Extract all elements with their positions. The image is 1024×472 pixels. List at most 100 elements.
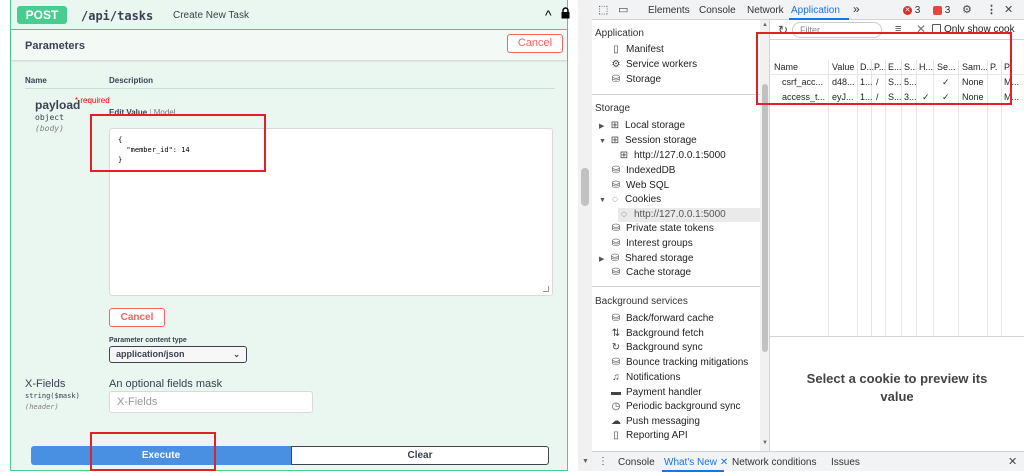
cell-domain: 1...: [860, 77, 873, 87]
sidebar-item-service-workers[interactable]: ⚙ Service workers: [610, 59, 698, 70]
content-type-value: application/json: [116, 349, 185, 359]
endpoint-path: /api/tasks: [81, 9, 154, 23]
method-badge: POST: [17, 6, 67, 24]
tab-elements[interactable]: Elements: [648, 5, 690, 16]
sidebar-item-indexeddb[interactable]: ⛁ IndexedDB: [610, 165, 676, 176]
sidebar-item-cookies[interactable]: ▼ ◌ Cookies: [599, 194, 661, 205]
drawer-tab-issues[interactable]: Issues: [831, 457, 860, 468]
column-header-priority[interactable]: P: [1004, 62, 1010, 72]
refresh-icon[interactable]: ↻: [778, 23, 788, 37]
cell-secure: ✓: [942, 77, 950, 87]
up-down-arrows-icon: ⇅: [611, 328, 621, 339]
cell-value: d48...: [832, 77, 855, 87]
sidebar-item-interest-groups[interactable]: ⛁ Interest groups: [610, 238, 693, 249]
close-drawer-icon[interactable]: ✕: [1008, 455, 1017, 468]
drawer-tab-whats-new[interactable]: What's New ✕: [664, 457, 728, 468]
tab-network[interactable]: Network: [747, 5, 784, 16]
sidebar-item-background-sync[interactable]: ↻ Background sync: [610, 342, 703, 353]
sidebar-item-websql[interactable]: ⛁ Web SQL: [610, 180, 669, 191]
scroll-down-icon[interactable]: ▼: [762, 440, 768, 446]
tab-application[interactable]: Application: [791, 5, 840, 16]
param-location: (body): [35, 124, 64, 133]
sidebar-item-private-state-tokens[interactable]: ⛁ Private state tokens: [610, 223, 714, 234]
section-storage: Storage: [595, 103, 631, 114]
resize-handle-icon[interactable]: [543, 286, 549, 292]
sidebar-item-periodic-sync[interactable]: ◷ Periodic background sync: [610, 401, 741, 412]
only-show-issues-checkbox[interactable]: Only show cook: [932, 24, 1015, 35]
cell-size: 3...: [904, 92, 917, 102]
column-header-description: Description: [109, 76, 154, 85]
scrollbar-thumb[interactable]: [762, 84, 768, 352]
collapse-triangle-icon[interactable]: ▼: [599, 197, 607, 204]
column-header-partition-key[interactable]: P.: [990, 62, 997, 72]
collapse-triangle-icon[interactable]: ▼: [599, 138, 607, 145]
cell-name: csrf_acc...: [782, 77, 824, 87]
error-count-badge[interactable]: ✕ 3: [903, 5, 920, 16]
scrollbar-thumb[interactable]: [581, 168, 589, 206]
cell-value: eyJ...: [832, 92, 854, 102]
tab-console[interactable]: Console: [699, 5, 736, 16]
parameters-title: Parameters: [25, 40, 85, 52]
xfields-input[interactable]: X-Fields: [109, 391, 313, 413]
sidebar-item-local-storage[interactable]: ▶ ⊞ Local storage: [599, 120, 685, 131]
sidebar-item-session-origin[interactable]: ⊞ http://127.0.0.1:5000: [618, 150, 726, 161]
device-toolbar-icon[interactable]: ▭: [618, 3, 628, 16]
execute-button[interactable]: Execute: [31, 446, 291, 465]
drawer-menu-icon[interactable]: ⋮: [598, 456, 608, 467]
sidebar-item-bounce-tracking[interactable]: ⛁ Bounce tracking mitigations: [610, 357, 749, 368]
filter-input[interactable]: Filter: [792, 22, 882, 38]
sidebar-item-back-forward-cache[interactable]: ⛁ Back/forward cache: [610, 313, 714, 324]
sidebar-item-cache-storage[interactable]: ⛁ Cache storage: [610, 267, 691, 278]
close-icon[interactable]: ✕: [1004, 3, 1013, 16]
scroll-up-icon[interactable]: ▲: [762, 22, 768, 28]
column-header-httponly[interactable]: H...: [919, 62, 933, 72]
tab-model[interactable]: Model: [154, 108, 176, 117]
sidebar-item-background-fetch[interactable]: ⇅ Background fetch: [610, 328, 704, 339]
sidebar-item-storage[interactable]: ⛁ Storage: [610, 74, 661, 85]
column-header-name[interactable]: Name: [774, 62, 798, 72]
operation-header[interactable]: POST /api/tasks Create New Task ^: [11, 0, 570, 30]
xfields-description: An optional fields mask: [109, 378, 223, 390]
column-header-samesite[interactable]: Sam...: [962, 62, 988, 72]
request-body-textarea[interactable]: { "member_id": 14 }: [109, 128, 553, 296]
delete-selected-icon[interactable]: ✕: [916, 22, 926, 36]
clear-all-icon[interactable]: ≡: [895, 23, 901, 35]
body-cancel-button[interactable]: Cancel: [109, 308, 165, 327]
kebab-menu-icon[interactable]: ⋮: [986, 3, 997, 16]
collapse-chevron-icon[interactable]: ^: [545, 7, 552, 23]
sidebar-item-notifications[interactable]: ♫ Notifications: [610, 372, 680, 383]
column-header-value[interactable]: Value: [832, 62, 854, 72]
sidebar-item-manifest[interactable]: ▯ Manifest: [610, 44, 664, 55]
checkbox-icon: [932, 24, 941, 33]
close-tab-icon[interactable]: ✕: [720, 457, 728, 468]
scroll-down-icon[interactable]: ▼: [582, 458, 589, 465]
devtools-tabbar: ⬚ ▭ Elements Console Network Application…: [592, 0, 1024, 20]
drawer-tab-network-conditions[interactable]: Network conditions: [732, 457, 816, 468]
devtools-panel: ⬚ ▭ Elements Console Network Application…: [592, 0, 1024, 472]
issues-count-badge[interactable]: 3: [933, 5, 950, 16]
sidebar-item-shared-storage[interactable]: ▶ ⛁ Shared storage: [599, 253, 693, 264]
sidebar-item-session-storage[interactable]: ▼ ⊞ Session storage: [599, 135, 697, 146]
page-scrollbar[interactable]: ▼: [578, 0, 592, 471]
sidebar-item-cookies-origin[interactable]: ◌ http://127.0.0.1:5000: [618, 208, 760, 222]
column-header-secure[interactable]: Se...: [937, 62, 956, 72]
lock-icon[interactable]: [561, 7, 570, 19]
sidebar-item-push-messaging[interactable]: ☁ Push messaging: [610, 416, 700, 427]
expand-triangle-icon[interactable]: ▶: [599, 255, 607, 263]
table-icon: ⊞: [610, 120, 620, 131]
expand-triangle-icon[interactable]: ▶: [599, 122, 607, 130]
clear-button[interactable]: Clear: [291, 446, 549, 465]
cell-domain: 1...: [860, 92, 873, 102]
drawer-tab-console[interactable]: Console: [618, 457, 655, 468]
sidebar-item-payment-handler[interactable]: ▬ Payment handler: [610, 387, 702, 398]
sidebar-item-reporting-api[interactable]: ▯ Reporting API: [610, 430, 687, 441]
sidebar-scrollbar[interactable]: ▲ ▼: [760, 20, 769, 451]
settings-gear-icon[interactable]: ⚙: [962, 3, 972, 16]
tab-edit-value[interactable]: Edit Value: [109, 108, 147, 117]
content-type-select[interactable]: application/json ⌄: [109, 346, 247, 363]
more-tabs-icon[interactable]: »: [853, 2, 860, 16]
try-out-cancel-button[interactable]: Cancel: [507, 34, 563, 53]
cell-priority: M...: [1004, 77, 1019, 87]
column-header-expires[interactable]: E...: [888, 62, 902, 72]
inspect-element-icon[interactable]: ⬚: [598, 3, 608, 16]
